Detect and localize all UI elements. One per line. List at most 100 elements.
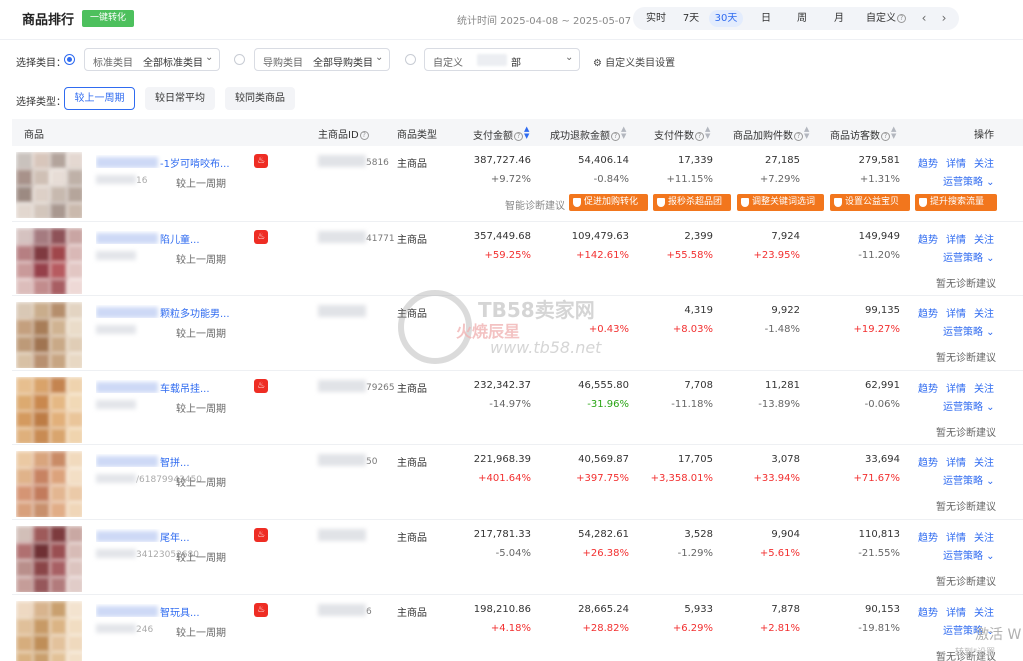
cart-value: 9,904	[771, 529, 800, 540]
qty-change: +6.29%	[672, 623, 713, 634]
product-name-link[interactable]: 颗粒多功能男...	[96, 305, 236, 318]
col-cart[interactable]: 商品加购件数 ?▲ ▼	[733, 126, 809, 143]
cart-change: -1.48%	[764, 324, 800, 335]
table-row: 智玩具... 246 较上一周期 ♨ 6 主商品 198,210.86 +4.18% 28,66…	[12, 595, 1023, 661]
range-day[interactable]: 日	[755, 10, 777, 27]
sort-desc-icon[interactable]: ▲ ▼	[524, 126, 529, 140]
product-name-link[interactable]: 智玩具...	[96, 604, 236, 617]
col-qty-label: 支付件数	[654, 131, 694, 142]
type-daily-avg-button[interactable]: 较日常平均	[145, 87, 215, 110]
chevron-down-icon: ⌄	[565, 52, 574, 63]
product-name-link[interactable]: 智拼...	[96, 454, 236, 467]
trend-link[interactable]: 趋势	[918, 159, 938, 170]
col-qty[interactable]: 支付件数 ?▲ ▼	[654, 126, 710, 143]
range-30d[interactable]: 30天	[709, 10, 743, 27]
detail-link[interactable]: 详情	[946, 159, 966, 170]
trend-link[interactable]: 趋势	[918, 533, 938, 544]
follow-link[interactable]: 关注	[974, 458, 994, 469]
guide-category-select[interactable]: 导购类目 全部导购类目 ⌄	[254, 48, 390, 71]
detail-link[interactable]: 详情	[946, 309, 966, 320]
product-thumbnail[interactable]	[16, 228, 82, 294]
follow-link[interactable]: 关注	[974, 384, 994, 395]
trend-link[interactable]: 趋势	[918, 458, 938, 469]
detail-link[interactable]: 详情	[946, 608, 966, 619]
detail-link[interactable]: 详情	[946, 384, 966, 395]
qty-change: +11.15%	[666, 174, 713, 185]
col-visitors[interactable]: 商品访客数 ?▲ ▼	[830, 126, 896, 143]
follow-link[interactable]: 关注	[974, 309, 994, 320]
col-refund[interactable]: 成功退款金额 ?▲ ▼	[550, 126, 626, 143]
col-pay-amount[interactable]: 支付金额 ?▲ ▼	[473, 126, 529, 143]
diagnosis-tag-button[interactable]: 设置公益宝贝	[830, 194, 910, 211]
main-product-id: 50	[318, 454, 377, 467]
operation-strategy-link[interactable]: 运营策略 ⌄	[943, 472, 995, 487]
compare-label: 较上一周期	[176, 255, 226, 266]
diagnosis-tag-button[interactable]: 报秒杀超品团	[653, 194, 731, 211]
range-week[interactable]: 周	[791, 10, 813, 27]
trend-link[interactable]: 趋势	[918, 235, 938, 246]
table-row: 颗粒多功能男... 较上一周期 主商品 +0.43% 4,319 +8.03% 9,922 -…	[12, 296, 1023, 371]
product-type: 主商品	[397, 384, 427, 395]
detail-link[interactable]: 详情	[946, 533, 966, 544]
radio-standard-category[interactable]	[64, 54, 75, 65]
diagnosis-tag-button[interactable]: 提升搜索流量	[915, 194, 997, 211]
main-product-id: 41771	[318, 231, 395, 244]
qty-value: 17,705	[678, 454, 713, 465]
trend-link[interactable]: 趋势	[918, 309, 938, 320]
range-realtime[interactable]: 实时	[643, 10, 669, 27]
chevron-down-icon: ⌄	[983, 327, 995, 338]
type-prev-period-button[interactable]: 较上一周期	[64, 87, 135, 110]
table-row: 陷儿童... 较上一周期 ♨ 41771 主商品 357,449.68 +59.25% 109…	[12, 222, 1023, 296]
product-name-link[interactable]: -1岁可啃咬布...	[96, 155, 236, 168]
custom-category-select[interactable]: 自定义 部 ⌄	[424, 48, 580, 71]
detail-link[interactable]: 详情	[946, 235, 966, 246]
detail-link[interactable]: 详情	[946, 458, 966, 469]
trend-link[interactable]: 趋势	[918, 608, 938, 619]
sort-icon[interactable]: ▲ ▼	[804, 126, 809, 140]
range-month[interactable]: 月	[828, 10, 850, 27]
operation-strategy-link[interactable]: 运营策略 ⌄	[943, 547, 995, 562]
operation-strategy-link[interactable]: 运营策略 ⌄	[943, 323, 995, 338]
product-thumbnail[interactable]	[16, 526, 82, 592]
cart-value: 7,878	[771, 604, 800, 615]
range-7d[interactable]: 7天	[678, 10, 704, 27]
product-thumbnail[interactable]	[16, 377, 82, 443]
product-thumbnail[interactable]	[16, 152, 82, 218]
sort-icon[interactable]: ▲ ▼	[621, 126, 626, 140]
operation-strategy-link[interactable]: 运营策略 ⌄	[943, 249, 995, 264]
product-thumbnail[interactable]	[16, 302, 82, 368]
product-name-link[interactable]: 尾年...	[96, 529, 236, 542]
product-name-link[interactable]: 陷儿童...	[96, 231, 236, 244]
diagnosis-tag-button[interactable]: 调整关键词选词	[737, 194, 824, 211]
product-name-link[interactable]: 车载吊挂...	[96, 380, 236, 393]
main-product-id-suffix: 79265	[366, 383, 395, 393]
trend-link[interactable]: 趋势	[918, 384, 938, 395]
one-click-convert-button[interactable]: 一键转化	[82, 10, 134, 27]
custom-settings-label: 自定义类目设置	[605, 58, 676, 69]
product-thumbnail[interactable]	[16, 451, 82, 517]
diagnosis-tag-button[interactable]: 促进加购转化	[569, 194, 648, 211]
follow-link[interactable]: 关注	[974, 608, 994, 619]
operation-strategy-link[interactable]: 运营策略 ⌄	[943, 173, 995, 188]
radio-guide-category[interactable]	[234, 54, 245, 65]
custom-category-settings-link[interactable]: ⚙ 自定义类目设置	[593, 54, 675, 69]
sort-icon[interactable]: ▲ ▼	[891, 126, 896, 140]
next-arrow-icon[interactable]: ›	[937, 10, 951, 27]
row-actions: 趋势 详情 关注	[918, 454, 1002, 469]
compare-label: 较上一周期	[176, 404, 226, 415]
prev-arrow-icon[interactable]: ‹	[917, 10, 931, 27]
type-similar-products-button[interactable]: 较同类商品	[225, 87, 295, 110]
standard-category-select[interactable]: 标准类目 全部标准类目 ⌄	[84, 48, 220, 71]
radio-custom-category[interactable]	[405, 54, 416, 65]
operation-strategy-link[interactable]: 运营策略 ⌄	[943, 398, 995, 413]
product-type: 主商品	[397, 159, 427, 170]
qty-change: +8.03%	[672, 324, 713, 335]
follow-link[interactable]: 关注	[974, 159, 994, 170]
follow-link[interactable]: 关注	[974, 235, 994, 246]
range-custom[interactable]: 自定义?	[862, 10, 910, 27]
product-thumbnail[interactable]	[16, 601, 82, 661]
product-name-text: 颗粒多功能男...	[160, 309, 230, 318]
follow-link[interactable]: 关注	[974, 533, 994, 544]
sort-icon[interactable]: ▲ ▼	[705, 126, 710, 140]
operation-strategy-label: 运营策略	[943, 402, 983, 413]
